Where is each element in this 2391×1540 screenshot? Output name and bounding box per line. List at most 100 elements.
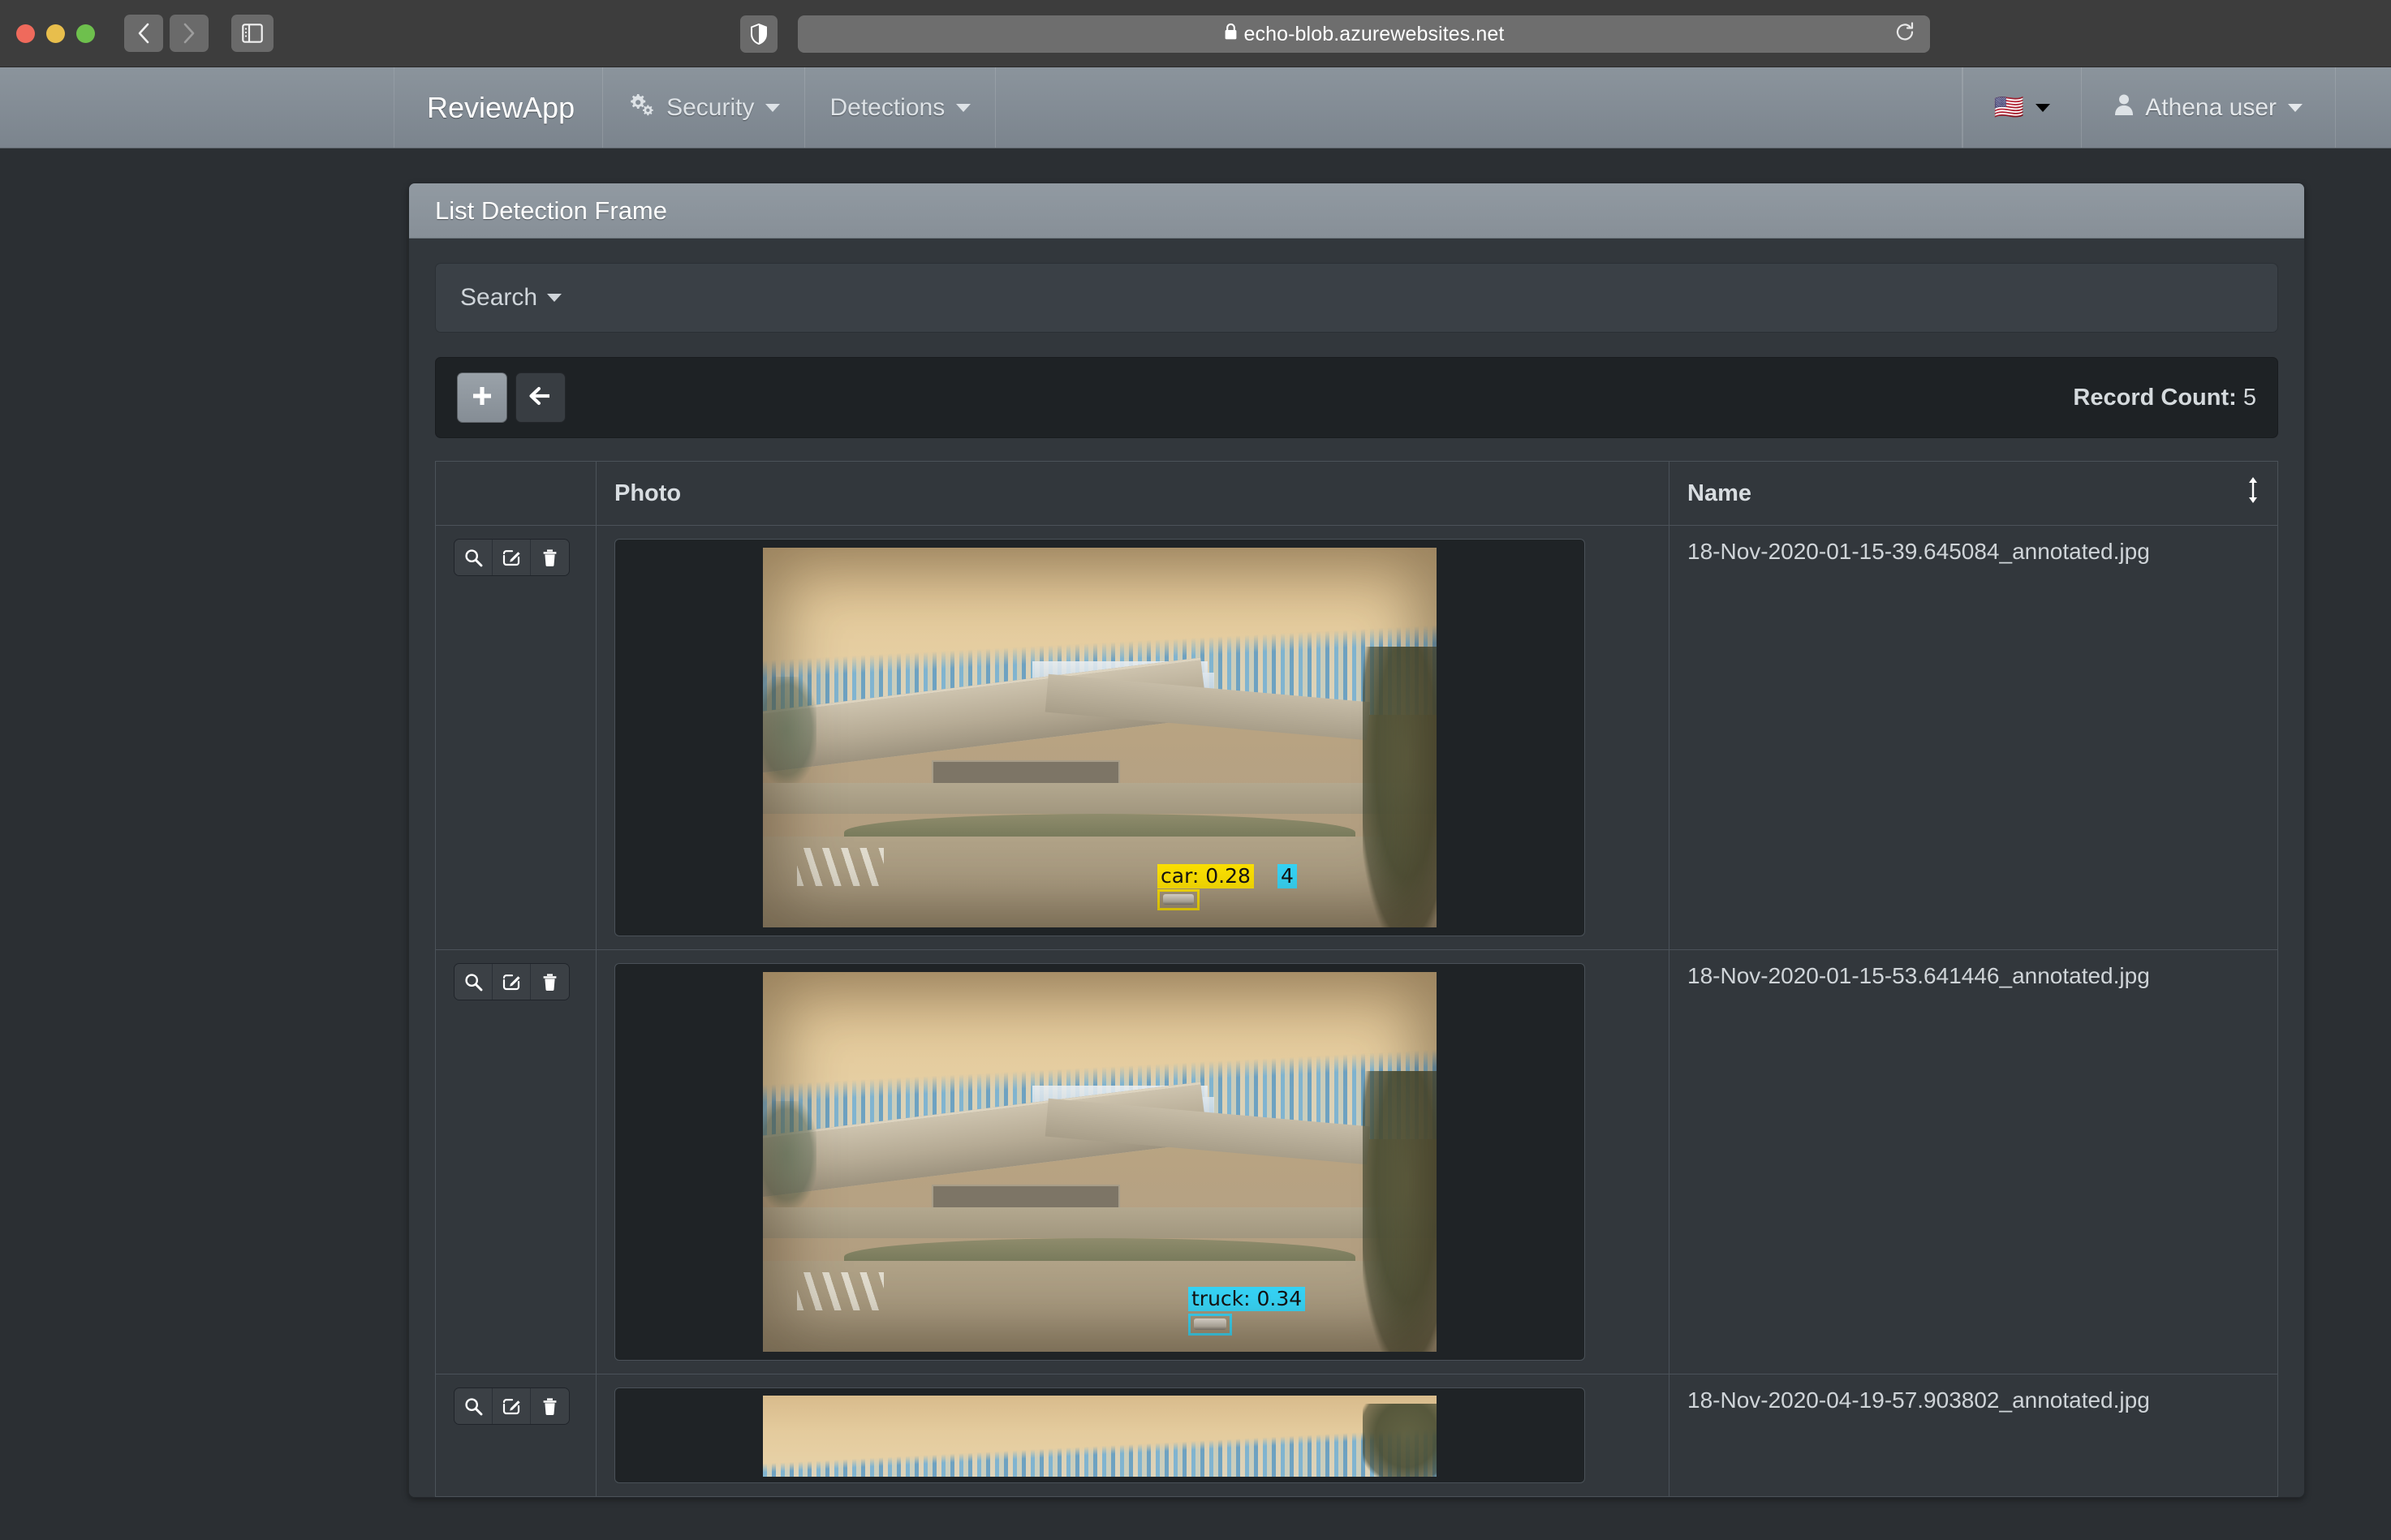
chevron-down-icon xyxy=(547,294,562,302)
detection-label-truck: truck: 0.34 xyxy=(1188,1287,1305,1311)
panel-body: Search xyxy=(409,239,2304,1497)
row-action-group xyxy=(454,963,570,1000)
close-window-button[interactable] xyxy=(16,24,35,43)
photo-thumbnail[interactable]: truck: 0.34 xyxy=(614,963,1585,1361)
toolbar-button-group xyxy=(457,372,566,423)
us-flag-icon: 🇺🇸 xyxy=(1994,96,2024,120)
table-toolbar: Record Count: 5 xyxy=(435,357,2278,438)
magnifier-icon[interactable] xyxy=(455,540,493,575)
language-selector[interactable]: 🇺🇸 xyxy=(1962,67,2082,148)
navbar-brand[interactable]: ReviewApp xyxy=(394,67,603,148)
list-detection-frame-panel: List Detection Frame Search xyxy=(408,183,2305,1498)
lock-icon xyxy=(1224,23,1238,46)
table-header-row: Photo Name xyxy=(436,462,2278,526)
navbar-spacer xyxy=(996,67,1962,148)
page-title: List Detection Frame xyxy=(409,183,2304,239)
app-navbar: ReviewApp Security Detections 🇺🇸 xyxy=(0,67,2391,148)
crosswalk-markings xyxy=(797,1272,885,1310)
record-count-value: 5 xyxy=(2243,385,2256,411)
magnifier-icon[interactable] xyxy=(455,1388,493,1424)
chevron-down-icon xyxy=(956,104,971,112)
browser-nav-arrows xyxy=(124,15,209,52)
right-foliage xyxy=(1363,1071,1437,1352)
magnifier-icon[interactable] xyxy=(455,964,493,1000)
plus-icon xyxy=(472,385,493,411)
gears-icon xyxy=(627,92,655,123)
arrow-left-icon xyxy=(529,385,552,411)
back-chevron-icon[interactable] xyxy=(124,15,163,52)
edit-pencil-icon[interactable] xyxy=(493,964,531,1000)
photo-thumbnail[interactable]: car: 0.28 4 xyxy=(614,539,1585,936)
url-bar[interactable]: echo-blob.azurewebsites.net xyxy=(798,15,1930,53)
column-header-name[interactable]: Name xyxy=(1669,462,2278,526)
user-menu[interactable]: Athena user xyxy=(2082,67,2336,148)
sort-vertical-icon[interactable] xyxy=(2247,476,2260,510)
column-header-actions xyxy=(436,462,597,526)
row-action-group xyxy=(454,1387,570,1425)
detection-image xyxy=(763,1396,1437,1477)
roadway-region xyxy=(763,1207,1437,1237)
search-dropdown[interactable]: Search xyxy=(435,263,2278,333)
detected-vehicle-truck xyxy=(1194,1318,1226,1330)
column-header-name-label: Name xyxy=(1687,480,1751,507)
record-count: Record Count: 5 xyxy=(2073,385,2256,411)
reload-icon[interactable] xyxy=(1894,21,1915,48)
url-text: echo-blob.azurewebsites.net xyxy=(1244,23,1505,46)
table-body: car: 0.28 4 18-Nov-2020-01-15-39.645084_… xyxy=(436,526,2278,1497)
add-record-button[interactable] xyxy=(457,372,507,423)
row-action-group xyxy=(454,539,570,576)
privacy-shield-icon[interactable] xyxy=(740,15,778,53)
table-row: 18-Nov-2020-04-19-57.903802_annotated.jp… xyxy=(436,1374,2278,1497)
chevron-down-icon xyxy=(765,104,780,112)
row-photo-cell: truck: 0.34 xyxy=(597,950,1669,1374)
forward-chevron-icon[interactable] xyxy=(170,15,209,52)
minimize-window-button[interactable] xyxy=(46,24,65,43)
chevron-down-icon xyxy=(2288,104,2303,112)
row-photo-cell xyxy=(597,1374,1669,1497)
row-name-cell: 18-Nov-2020-01-15-39.645084_annotated.jp… xyxy=(1669,526,2278,950)
column-header-photo[interactable]: Photo xyxy=(597,462,1669,526)
row-actions-cell xyxy=(436,950,597,1374)
window-traffic-lights xyxy=(16,24,95,43)
left-foliage xyxy=(763,1101,816,1207)
row-name-cell: 18-Nov-2020-01-15-53.641446_annotated.jp… xyxy=(1669,950,2278,1374)
photo-thumbnail[interactable] xyxy=(614,1387,1585,1483)
detection-image: truck: 0.34 xyxy=(763,972,1437,1352)
maximize-window-button[interactable] xyxy=(76,24,95,43)
detection-label-car: car: 0.28 xyxy=(1157,864,1254,888)
row-actions-cell xyxy=(436,1374,597,1497)
table-row: car: 0.28 4 18-Nov-2020-01-15-39.645084_… xyxy=(436,526,2278,950)
detected-vehicle-car xyxy=(1163,894,1194,905)
url-text-group: echo-blob.azurewebsites.net xyxy=(1224,23,1505,46)
record-count-label: Record Count: xyxy=(2073,385,2236,411)
edit-pencil-icon[interactable] xyxy=(493,1388,531,1424)
trash-icon[interactable] xyxy=(531,540,569,575)
page-content: List Detection Frame Search xyxy=(0,148,2391,1540)
navbar-right-group: 🇺🇸 Athena user xyxy=(1962,67,2391,148)
detection-image: car: 0.28 4 xyxy=(763,548,1437,927)
nav-item-detections[interactable]: Detections xyxy=(805,67,996,148)
table-head: Photo Name xyxy=(436,462,2278,526)
trash-icon[interactable] xyxy=(531,1388,569,1424)
navbar-end-cap xyxy=(2336,67,2391,148)
search-dropdown-label: Search xyxy=(460,284,537,312)
go-back-button[interactable] xyxy=(515,372,566,423)
sidebar-toggle-icon[interactable] xyxy=(231,15,274,52)
chevron-down-icon xyxy=(2036,104,2050,112)
left-foliage xyxy=(763,677,816,783)
row-photo-cell: car: 0.28 4 xyxy=(597,526,1669,950)
trash-icon[interactable] xyxy=(531,964,569,1000)
nav-item-security-label: Security xyxy=(666,94,754,122)
right-foliage xyxy=(1363,647,1437,927)
right-foliage xyxy=(1363,1404,1437,1477)
detection-label-partial: 4 xyxy=(1277,864,1297,888)
row-name-cell: 18-Nov-2020-04-19-57.903802_annotated.jp… xyxy=(1669,1374,2278,1497)
browser-chrome: echo-blob.azurewebsites.net xyxy=(0,0,2391,67)
crosswalk-markings xyxy=(797,848,885,886)
user-menu-label: Athena user xyxy=(2145,94,2277,122)
edit-pencil-icon[interactable] xyxy=(493,540,531,575)
nav-item-security[interactable]: Security xyxy=(603,67,805,148)
row-actions-cell xyxy=(436,526,597,950)
roadway-region xyxy=(763,783,1437,813)
table-row: truck: 0.34 18-Nov-2020-01-15-53.641446_… xyxy=(436,950,2278,1374)
